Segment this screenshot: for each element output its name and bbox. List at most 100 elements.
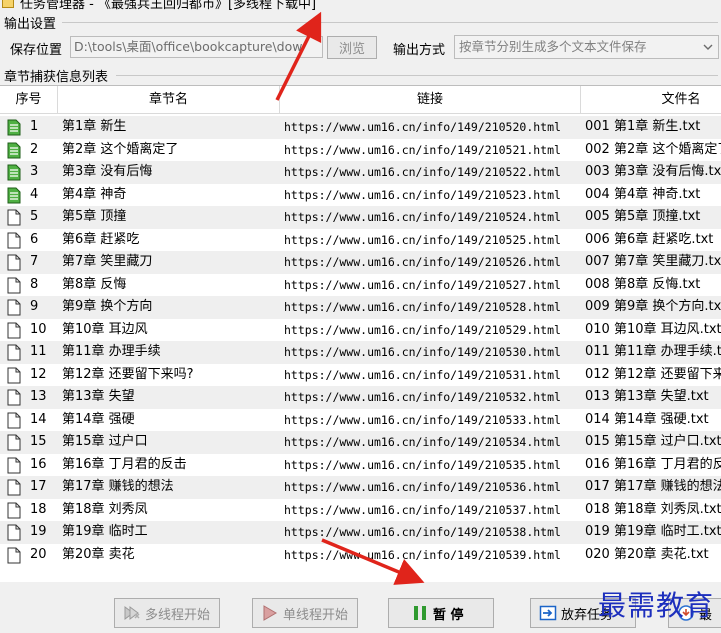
chapter-name-cell: 第10章 耳边风 <box>62 321 148 337</box>
table-row[interactable]: 1 第1章 新生 https://www.um16.cn/info/149/2105… <box>0 116 721 139</box>
column-header-chapter-name[interactable]: 章节名 <box>58 86 280 114</box>
single-thread-start-label: 单线程开始 <box>283 607 349 623</box>
pause-button[interactable]: 暂 停 <box>388 598 494 628</box>
chapter-table[interactable]: 序号 章节名 链接 文件名 1 第1章 新生 https://www.um16.cn… <box>0 85 721 582</box>
row-index: 19 <box>30 524 47 539</box>
table-row[interactable]: 16 第16章 丁月君的反击 https://www.um16.cn/info/14… <box>0 453 721 477</box>
output-mode-select[interactable]: 按章节分别生成多个文本文件保存 <box>454 35 719 59</box>
chapter-name-cell: 第4章 神奇 <box>62 186 127 202</box>
chapter-name-cell: 第2章 这个婚离定了 <box>62 141 179 157</box>
table-row[interactable]: 18 第18章 刘秀凤 https://www.um16.cn/info/149/2… <box>0 498 721 522</box>
link-cell: https://www.um16.cn/info/149/210533.html <box>284 412 561 427</box>
document-done-icon <box>7 142 21 158</box>
row-index: 11 <box>30 344 47 359</box>
table-row[interactable]: 7 第7章 笑里藏刀 https://www.um16.cn/info/149/21… <box>0 251 721 274</box>
row-index-cell: 16 <box>0 454 58 477</box>
row-index: 9 <box>30 299 39 314</box>
filename-cell: 013 第13章 失望.txt <box>585 389 709 404</box>
group-divider <box>62 22 718 23</box>
row-index-cell: 13 <box>0 386 58 409</box>
document-done-icon <box>7 119 21 136</box>
row-index-cell: 1 <box>0 116 58 139</box>
row-index: 3 <box>30 164 39 179</box>
filename-cell: 016 第16章 丁月君的反击.txt <box>585 456 721 472</box>
filename-cell: 002 第2章 这个婚离定了.txt <box>585 141 721 157</box>
table-row[interactable]: 2 第2章 这个婚离定了 https://www.um16.cn/info/149/… <box>0 138 721 162</box>
row-index: 6 <box>30 231 39 247</box>
row-index: 2 <box>30 141 39 157</box>
filename-cell: 015 第15章 过户口.txt <box>585 434 721 449</box>
table-row[interactable]: 10 第10章 耳边风 https://www.um16.cn/info/149/2… <box>0 318 721 342</box>
document-icon <box>7 254 21 271</box>
chapter-list-title: 章节捕获信息列表 <box>4 70 109 85</box>
pause-icon <box>411 604 429 622</box>
table-row[interactable]: 17 第17章 赚钱的想法 https://www.um16.cn/info/149… <box>0 476 721 499</box>
column-header-index[interactable]: 序号 <box>0 86 58 114</box>
filename-cell: 008 第8章 反悔.txt <box>585 276 701 292</box>
link-cell: https://www.um16.cn/info/149/210537.html <box>284 502 561 517</box>
row-index: 20 <box>30 546 47 562</box>
row-index: 5 <box>30 209 39 224</box>
chapter-name-cell: 第6章 赶紧吃 <box>62 231 140 247</box>
chapter-name-cell: 第16章 丁月君的反击 <box>62 456 187 472</box>
filename-cell: 007 第7章 笑里藏刀.txt <box>585 254 721 269</box>
title-bar: 任务管理器 - 《最强兵王回归都市》[多线程下载中] <box>0 0 721 10</box>
chevron-down-icon[interactable] <box>698 36 718 58</box>
abandon-icon <box>539 604 557 622</box>
row-index-cell: 15 <box>0 431 58 454</box>
single-thread-start-button[interactable]: 单线程开始 <box>252 598 358 628</box>
document-icon <box>7 299 21 316</box>
link-cell: https://www.um16.cn/info/149/210520.html <box>284 120 561 134</box>
document-icon <box>7 434 21 451</box>
document-icon <box>7 412 21 428</box>
document-icon <box>7 457 21 473</box>
row-index: 7 <box>30 254 39 269</box>
chapter-name-cell: 第12章 还要留下来吗? <box>62 366 194 382</box>
chapter-name-cell: 第18章 刘秀凤 <box>62 501 148 517</box>
row-index: 17 <box>30 479 47 494</box>
multi-thread-start-button[interactable]: 多线程开始 <box>114 598 220 628</box>
table-row[interactable]: 11 第11章 办理手续 https://www.um16.cn/info/149/… <box>0 341 721 364</box>
filename-cell: 017 第17章 赚钱的想法.txt <box>585 479 721 494</box>
row-index-cell: 17 <box>0 476 58 499</box>
link-cell: https://www.um16.cn/info/149/210528.html <box>284 300 561 314</box>
row-index-cell: 19 <box>0 521 58 544</box>
table-row[interactable]: 19 第19章 临时工 https://www.um16.cn/info/149/2… <box>0 521 721 544</box>
chapter-name-cell: 第20章 卖花 <box>62 546 135 562</box>
window-title: 任务管理器 - 《最强兵王回归都市》[多线程下载中] <box>20 0 317 10</box>
table-row[interactable]: 15 第15章 过户口 https://www.um16.cn/info/149/2… <box>0 431 721 454</box>
filename-cell: 012 第12章 还要留下来吗?.txt <box>585 366 721 382</box>
multi-thread-start-label: 多线程开始 <box>145 607 211 623</box>
row-index-cell: 10 <box>0 319 58 342</box>
column-header-filename[interactable]: 文件名 <box>581 86 721 114</box>
document-icon <box>7 367 21 383</box>
chapter-name-cell: 第17章 赚钱的想法 <box>62 479 174 494</box>
table-row[interactable]: 6 第6章 赶紧吃 https://www.um16.cn/info/149/210… <box>0 228 721 251</box>
table-row[interactable]: 3 第3章 没有后悔 https://www.um16.cn/info/149/21… <box>0 161 721 184</box>
row-index: 13 <box>30 389 47 404</box>
row-index-cell: 18 <box>0 499 58 522</box>
link-cell: https://www.um16.cn/info/149/210532.html <box>284 390 561 404</box>
document-icon <box>7 502 21 518</box>
filename-cell: 018 第18章 刘秀凤.txt <box>585 501 721 517</box>
row-index-cell: 2 <box>0 139 58 162</box>
table-row[interactable]: 14 第14章 强硬 https://www.um16.cn/info/149/21… <box>0 408 721 431</box>
column-header-link[interactable]: 链接 <box>280 86 581 114</box>
link-cell: https://www.um16.cn/info/149/210539.html <box>284 547 561 562</box>
chapter-name-cell: 第5章 顶撞 <box>62 209 127 224</box>
table-row[interactable]: 9 第9章 换个方向 https://www.um16.cn/info/149/21… <box>0 296 721 319</box>
table-row[interactable]: 8 第8章 反悔 https://www.um16.cn/info/149/2105… <box>0 273 721 296</box>
document-done-icon <box>7 187 21 203</box>
table-row[interactable]: 5 第5章 顶撞 https://www.um16.cn/info/149/2105… <box>0 206 721 229</box>
browse-button[interactable]: 浏览 <box>327 36 377 59</box>
table-row[interactable]: 12 第12章 还要留下来吗? https://www.um16.cn/info/1… <box>0 363 721 386</box>
document-icon <box>7 479 21 496</box>
table-row[interactable]: 20 第20章 卖花 https://www.um16.cn/info/149/21… <box>0 543 721 566</box>
document-icon <box>7 322 21 338</box>
save-path-input[interactable]: D:\tools\桌面\office\bookcapture\dow <box>70 36 323 58</box>
chapter-name-cell: 第13章 失望 <box>62 389 135 404</box>
filename-cell: 006 第6章 赶紧吃.txt <box>585 231 714 247</box>
table-row[interactable]: 13 第13章 失望 https://www.um16.cn/info/149/21… <box>0 386 721 409</box>
filename-cell: 003 第3章 没有后悔.txt <box>585 164 721 179</box>
table-row[interactable]: 4 第4章 神奇 https://www.um16.cn/info/149/2105… <box>0 183 721 206</box>
